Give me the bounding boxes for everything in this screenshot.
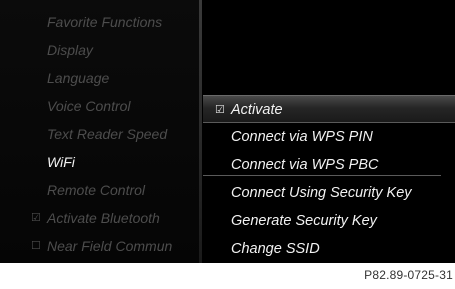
option-label: Connect via WPS PIN (231, 129, 373, 145)
checkbox-checked-icon: ☑ (31, 212, 41, 224)
separator-line (203, 175, 441, 176)
connect-security-key-option[interactable]: Connect Using Security Key (203, 179, 455, 207)
checkbox-unchecked-icon: ☐ (31, 240, 41, 252)
wifi-activate-option[interactable]: ☑ Activate (203, 95, 455, 123)
menu-item-label: Remote Control (47, 182, 146, 198)
menu-item-favorite-functions[interactable]: Favorite Functions (0, 8, 198, 36)
menu-item-text-reader-speed[interactable]: Text Reader Speed (0, 120, 198, 148)
menu-item-label: Voice Control (47, 98, 131, 114)
menu-item-label: Activate Bluetooth (47, 210, 160, 226)
menu-item-remote-control[interactable]: Remote Control (0, 176, 198, 204)
wifi-submenu: ☑ Activate Connect via WPS PIN Connect v… (203, 0, 455, 263)
menu-item-label: Near Field Commun (47, 238, 173, 254)
connect-wps-pbc-option[interactable]: Connect via WPS PBC (203, 151, 455, 179)
panel-divider (199, 0, 202, 263)
head-unit-screen: Favorite Functions Display Language Voic… (0, 0, 455, 263)
option-label: Activate (231, 102, 283, 118)
menu-item-label: Language (47, 70, 110, 86)
figure-caption: P82.89-0725-31 (364, 268, 453, 282)
option-label: Generate Security Key (231, 213, 377, 229)
menu-item-wifi[interactable]: WiFi (0, 148, 198, 176)
menu-item-near-field-communication[interactable]: ☐ Near Field Commun (0, 232, 198, 260)
generate-security-key-option[interactable]: Generate Security Key (203, 207, 455, 235)
option-label: Change SSID (231, 241, 320, 257)
option-label: Connect Using Security Key (231, 185, 412, 201)
checkbox-checked-icon: ☑ (215, 104, 225, 116)
menu-item-label: Favorite Functions (47, 14, 163, 30)
menu-item-label: WiFi (47, 154, 75, 170)
settings-menu: Favorite Functions Display Language Voic… (0, 0, 198, 263)
menu-item-activate-bluetooth[interactable]: ☑ Activate Bluetooth (0, 204, 198, 232)
menu-item-language[interactable]: Language (0, 64, 198, 92)
change-ssid-option[interactable]: Change SSID (203, 235, 455, 263)
menu-item-voice-control[interactable]: Voice Control (0, 92, 198, 120)
menu-item-label: Display (47, 42, 93, 58)
menu-item-label: Text Reader Speed (47, 126, 168, 142)
menu-item-display[interactable]: Display (0, 36, 198, 64)
connect-wps-pin-option[interactable]: Connect via WPS PIN (203, 123, 455, 151)
